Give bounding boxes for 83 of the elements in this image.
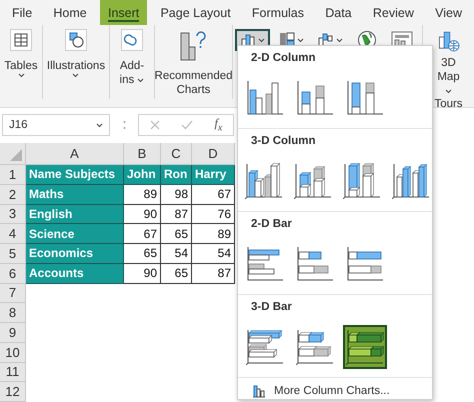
row-header[interactable]: 1 [0,165,26,185]
stacked-bar-icon [296,246,334,282]
ribbon-tab[interactable]: File [4,0,40,25]
stacked-bar-icon [296,329,334,365]
row-header[interactable]: 5 [0,244,26,264]
full-stacked-bar-icon [346,246,384,282]
table-cell: Science [26,224,124,244]
stacked-column-icon [296,80,334,116]
full-stacked-column-icon [346,80,384,116]
section-heading: 3-D Column [250,135,317,149]
table-cell: 65 [161,264,192,284]
table-cell: 54 [161,244,192,264]
table-cell: 90 [124,204,161,224]
row-header[interactable]: 7 [0,284,26,304]
row-header[interactable]: 4 [0,224,26,244]
dropdown-icon [96,122,103,128]
name-box[interactable]: J16 [2,114,110,136]
table-cell: 67 [192,184,235,204]
ribbon-button[interactable]: 3D Map [434,29,464,98]
stacked-column-icon [294,163,332,199]
table-cell: John [124,165,161,185]
table-cell: Ron [161,165,192,185]
table-cell: Harry [192,165,235,185]
table-cell: 54 [192,244,235,264]
group-label: Tours [434,98,463,110]
insert-function-button[interactable]: f$_{x}$ [214,116,222,134]
grip-icon [122,120,126,130]
table-cell: 89 [192,224,235,244]
chart-type-option[interactable] [343,325,387,369]
row-header[interactable]: 12 [0,382,26,402]
row-header[interactable]: 8 [0,303,26,323]
table-cell: 98 [161,184,192,204]
ribbon-button[interactable]: Recommended Charts [154,29,232,97]
row-header[interactable]: 10 [0,342,26,362]
globe-chart-icon [436,29,460,53]
column-header[interactable]: D [192,143,235,165]
deep-column-icon [392,163,430,199]
check-icon[interactable] [181,120,194,130]
ribbon-tab[interactable]: Insert [100,0,148,25]
ribbon-tab[interactable]: Formulas [244,0,312,25]
table-cell: Name Subjects [26,165,124,185]
table-cell: Economics [26,244,124,264]
clustered-bar-icon [246,246,284,282]
table-cell: 89 [124,184,161,204]
section-heading: 2-D Bar [250,218,293,232]
column-header[interactable]: C [161,143,192,165]
column-header[interactable]: A [26,143,124,165]
section-heading: 3-D Bar [250,301,293,315]
ribbon-button[interactable]: Add-ins [117,29,147,87]
table-icon [10,29,32,51]
full-stacked-bar-icon [346,329,384,365]
table-cell: Accounts [26,264,124,284]
ribbon-tab[interactable]: View [427,0,470,25]
full-stacked-column-icon [342,163,381,199]
row-header[interactable]: 11 [0,362,26,382]
ribbon-tab[interactable]: Home [45,0,95,25]
table-cell: 67 [124,224,161,244]
row-header[interactable]: 3 [0,204,26,224]
ribbon-button[interactable]: Tables [4,29,38,78]
ribbon-tab[interactable]: Page Layout [152,0,239,25]
clustered-column-icon [245,163,284,199]
column-header[interactable]: B [124,143,161,165]
row-header[interactable]: 9 [0,323,26,343]
row-header[interactable]: 2 [0,184,26,204]
table-cell: 76 [192,204,235,224]
chart-help-icon [178,29,208,61]
table-cell: Maths [26,184,124,204]
more-charts-link[interactable]: More Column Charts... [274,385,390,397]
table-cell: 90 [124,264,161,284]
clustered-column-icon [246,80,284,116]
table-cell: 87 [161,204,192,224]
section-heading: 2-D Column [250,52,317,66]
table-cell: English [26,204,124,224]
shapes-icon [64,29,87,51]
clustered-bar-icon [246,329,284,365]
table-cell: 65 [124,244,161,264]
ribbon-tab[interactable]: Review [364,0,422,25]
row-header[interactable]: 6 [0,264,26,284]
table-cell: 87 [192,264,235,284]
ribbon-button[interactable]: Illustrations [46,29,106,78]
ribbon-tab[interactable]: Data [317,0,360,25]
table-cell: 65 [161,224,192,244]
addin-icon [121,29,143,51]
